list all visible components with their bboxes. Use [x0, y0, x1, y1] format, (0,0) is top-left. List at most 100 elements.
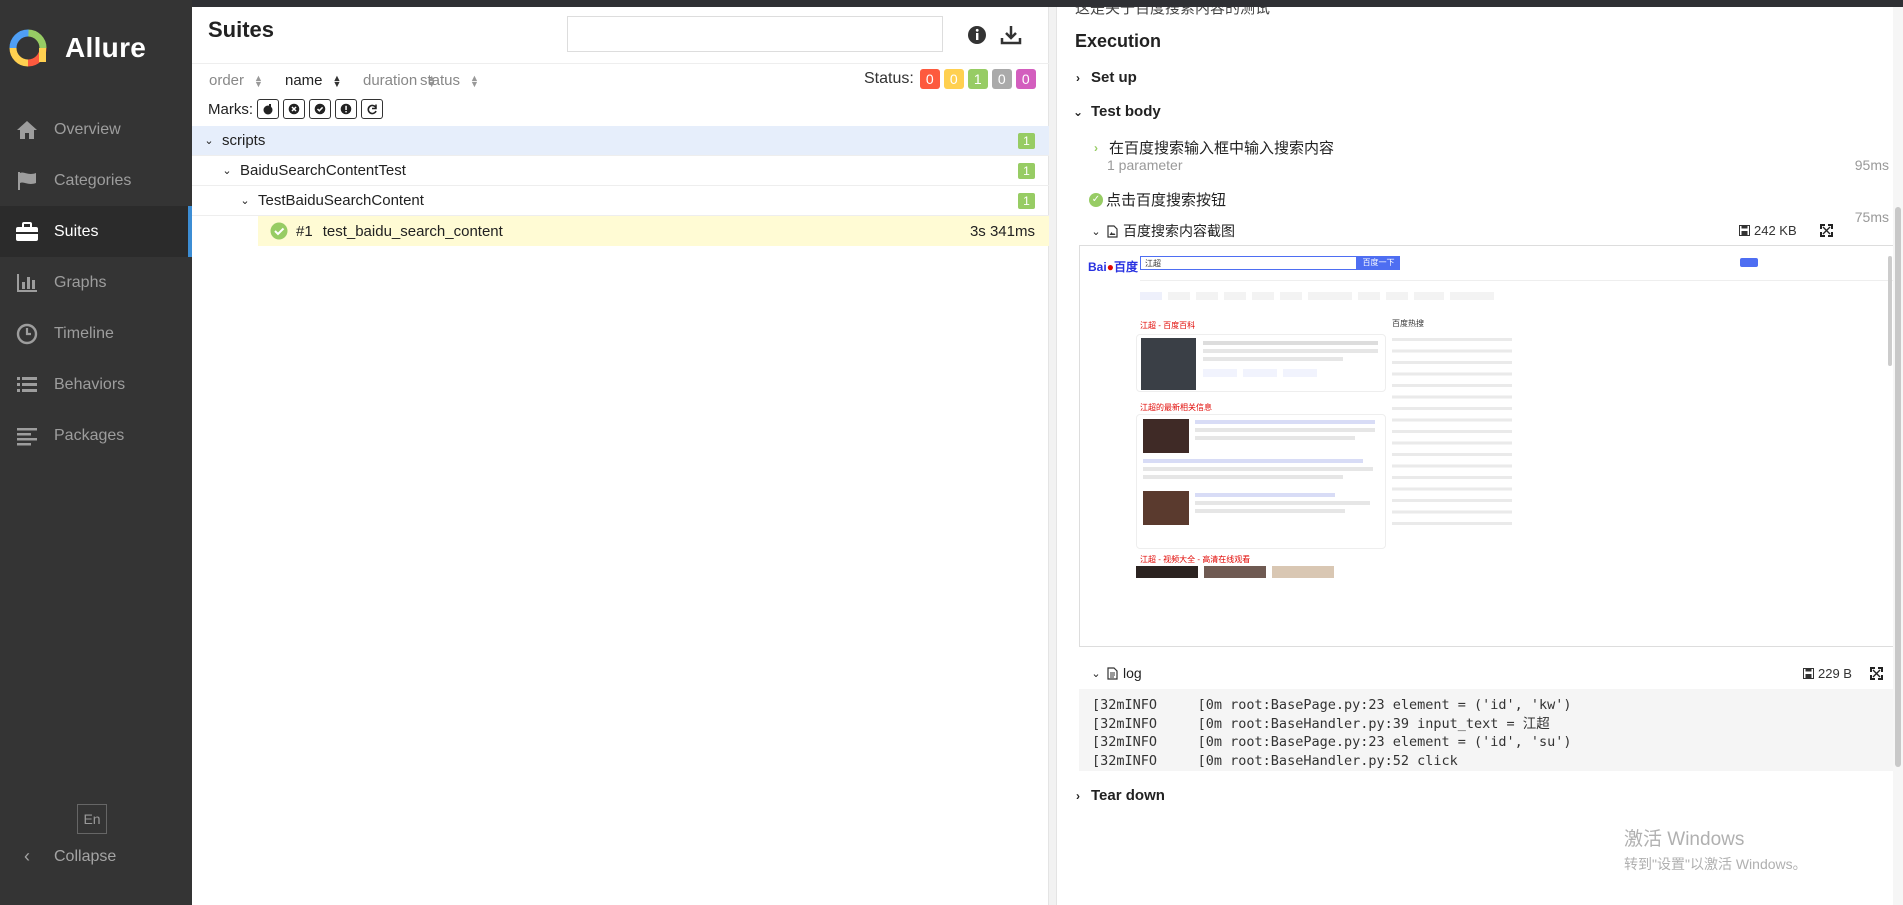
- baidu-result-title: 江超的最新相关信息: [1140, 403, 1212, 412]
- status-passed-badge[interactable]: 1: [967, 69, 988, 89]
- baidu-hot-title: 百度热搜: [1392, 319, 1424, 328]
- group-name: TestBaiduSearchContent: [258, 192, 424, 209]
- sidebar-item-behaviors[interactable]: Behaviors: [0, 359, 192, 410]
- new-broken-mark-icon[interactable]: [335, 99, 357, 119]
- save-icon[interactable]: [1739, 225, 1750, 236]
- baidu-video-thumb: [1136, 566, 1198, 578]
- log-label: log: [1123, 665, 1142, 681]
- attachment-screenshot: Bai●百度 江超 百度一下 江超 - 百度百科 江超的最新相关信息 江超 - …: [1079, 245, 1897, 647]
- chevron-down-icon: ⌄: [1072, 104, 1084, 119]
- sidebar-item-label: Packages: [54, 426, 125, 444]
- new-failed-mark-icon[interactable]: [283, 99, 305, 119]
- align-left-icon: [14, 425, 40, 447]
- sort-label: status: [420, 72, 461, 89]
- collapse-button[interactable]: ‹ Collapse: [14, 846, 116, 867]
- attachment-row[interactable]: ⌄ 百度搜索内容截图: [1091, 221, 1235, 241]
- flaky-mark-icon[interactable]: [257, 99, 279, 119]
- sidebar-item-packages[interactable]: Packages: [0, 410, 192, 461]
- tree-group-row[interactable]: ⌄ scripts 1: [192, 126, 1049, 156]
- tree-group-row[interactable]: ⌄ BaiduSearchContentTest 1: [192, 156, 1049, 186]
- log-attachment-row[interactable]: ⌄ log: [1091, 665, 1142, 681]
- scrollbar-thumb[interactable]: [1895, 207, 1901, 767]
- log-line: [32mINFO [0m root:BasePage.py:23 element…: [1092, 734, 1572, 750]
- sort-order[interactable]: order ▲ ▼: [209, 72, 263, 89]
- chevron-down-icon: ⌄: [204, 135, 214, 147]
- baidu-video-thumb: [1272, 566, 1334, 578]
- baidu-login-button: [1740, 258, 1758, 267]
- group-count-badge: 1: [1018, 133, 1035, 149]
- test-duration: 3s 341ms: [969, 222, 1035, 240]
- watermark-line2: 转到"设置"以激活 Windows。: [1624, 856, 1807, 872]
- save-icon[interactable]: [1803, 668, 1814, 679]
- log-line: [32mINFO [0m root:BasePage.py:23 element…: [1092, 697, 1572, 713]
- status-broken-badge[interactable]: 0: [943, 69, 964, 89]
- passed-status-icon: ✓: [1089, 192, 1103, 207]
- sort-arrows-icon: ▲ ▼: [254, 72, 263, 89]
- marks-filter: Marks:: [208, 99, 383, 119]
- sort-status[interactable]: status ▲ ▼: [420, 72, 479, 89]
- status-filter: Status: 0 0 1 0 0: [864, 69, 1036, 89]
- search-input[interactable]: [567, 16, 943, 52]
- log-line: [32mINFO [0m root:BaseHandler.py:52 clic…: [1092, 752, 1458, 769]
- chevron-down-icon: ⌄: [1091, 225, 1101, 238]
- baidu-tabs-divider: [1140, 280, 1896, 281]
- chevron-left-icon: ‹: [24, 846, 30, 866]
- size-label: 229 B: [1818, 666, 1852, 681]
- allure-logo-icon: [9, 29, 47, 67]
- sidebar-item-graphs[interactable]: Graphs: [0, 257, 192, 308]
- log-size: 229 B: [1803, 666, 1852, 681]
- tree-group-row[interactable]: ⌄ TestBaiduSearchContent 1: [192, 186, 1049, 216]
- sidebar-item-overview[interactable]: Overview: [0, 104, 192, 155]
- test-body-section[interactable]: ⌄ Test body: [1071, 103, 1161, 120]
- status-failed-badge[interactable]: 0: [919, 69, 940, 89]
- step-row[interactable]: › 在百度搜索输入框中输入搜索内容: [1089, 137, 1334, 158]
- chevron-right-icon: ›: [1076, 70, 1080, 85]
- sidebar-item-suites[interactable]: Suites: [0, 206, 192, 257]
- teardown-label: Tear down: [1091, 787, 1165, 804]
- expand-icon[interactable]: [1870, 667, 1883, 684]
- clock-icon: [14, 323, 40, 345]
- info-icon[interactable]: [964, 22, 990, 48]
- sidebar-item-label: Categories: [54, 171, 132, 189]
- details-scrollbar[interactable]: [1893, 7, 1903, 905]
- sort-name[interactable]: name ▲ ▼: [285, 72, 341, 89]
- baidu-news-card: [1136, 414, 1386, 549]
- status-skipped-badge[interactable]: 0: [991, 69, 1012, 89]
- screenshot-scrollbar: [1888, 256, 1892, 366]
- home-icon: [14, 119, 40, 141]
- test-row[interactable]: #1 test_baidu_search_content 3s 341ms: [258, 216, 1049, 246]
- setup-section[interactable]: › Set up: [1071, 69, 1137, 86]
- test-name: test_baidu_search_content: [322, 222, 503, 240]
- group-name: scripts: [222, 132, 266, 149]
- sidebar-nav: Overview Categories Suites Graphs Timeli…: [0, 104, 192, 461]
- briefcase-icon: [14, 221, 40, 243]
- log-line: [32mINFO [0m root:BaseHandler.py:39 inpu…: [1092, 715, 1550, 732]
- passed-status-icon: [270, 222, 288, 240]
- test-details-pane: 这是关于百度搜索内容的测试 Execution › Set up ⌄ Test …: [1057, 7, 1903, 905]
- download-icon[interactable]: [998, 22, 1024, 48]
- language-switcher[interactable]: En: [77, 804, 107, 834]
- status-unknown-badge[interactable]: 0: [1015, 69, 1036, 89]
- step-row[interactable]: ✓ 点击百度搜索按钮: [1089, 189, 1226, 210]
- baidu-hot-list: [1392, 332, 1512, 532]
- new-passed-mark-icon[interactable]: [309, 99, 331, 119]
- retries-mark-icon[interactable]: [361, 99, 383, 119]
- bar-chart-icon: [14, 272, 40, 294]
- brand[interactable]: Allure: [8, 26, 146, 70]
- sidebar-item-timeline[interactable]: Timeline: [0, 308, 192, 359]
- pane-splitter[interactable]: [1049, 7, 1057, 905]
- sidebar-item-categories[interactable]: Categories: [0, 155, 192, 206]
- collapse-label: Collapse: [54, 847, 117, 865]
- baidu-result-title: 江超 - 百度百科: [1140, 321, 1196, 330]
- step-duration: 75ms: [1854, 209, 1889, 225]
- chevron-down-icon: ⌄: [1091, 667, 1101, 680]
- sidebar: Allure Overview Categories Suites Graphs…: [0, 0, 192, 905]
- baidu-filter-chips: [1140, 292, 1494, 300]
- teardown-section[interactable]: › Tear down: [1071, 787, 1165, 804]
- baidu-result-card: [1136, 334, 1386, 392]
- chevron-down-icon: ⌄: [222, 165, 232, 177]
- page-title: Suites: [208, 17, 275, 42]
- expand-icon[interactable]: [1820, 224, 1833, 241]
- baidu-video-thumb: [1204, 566, 1266, 578]
- step-params: 1 parameter: [1107, 157, 1183, 173]
